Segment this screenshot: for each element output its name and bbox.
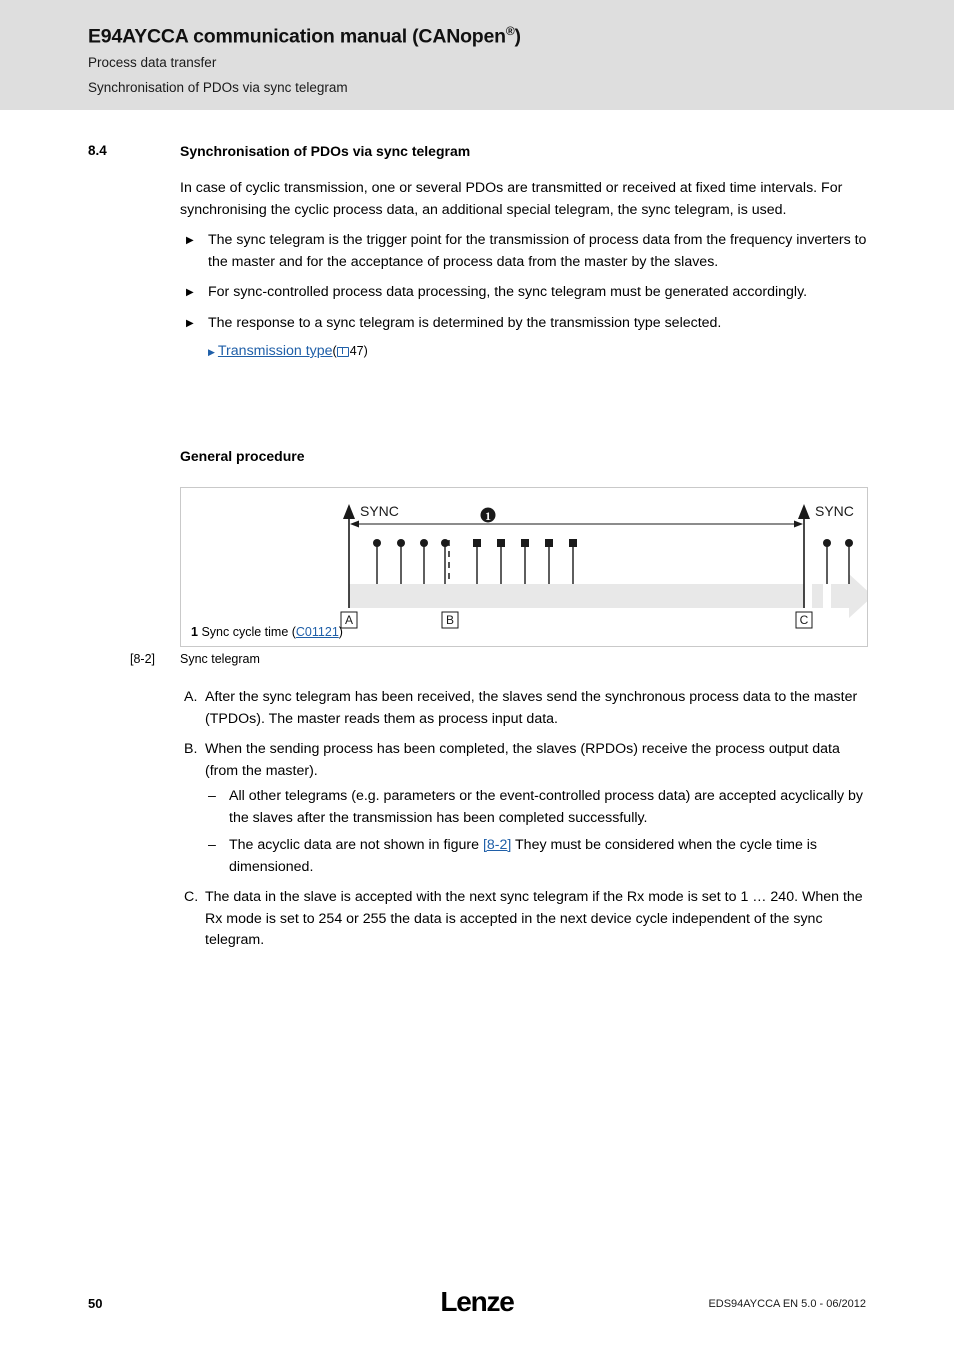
sync-telegram-diagram: SYNC SYNC 1 A B C [340, 503, 867, 629]
figure-reference-link[interactable]: [8-2] [483, 837, 511, 853]
procedure-marker: A. [184, 689, 198, 705]
callout-number-text: 1 [485, 509, 491, 523]
telegram-group-a [373, 539, 449, 584]
manual-title-main: E94AYCCA communication manual (CANopen [88, 25, 506, 48]
telegram-group-c [823, 539, 853, 584]
procedure-marker: C. [184, 889, 199, 905]
sync-right-label-text: SYNC [815, 503, 854, 519]
figure-legend-close: ) [338, 625, 343, 639]
transmission-type-link[interactable]: Transmission type [218, 343, 333, 359]
header-subtitle-chapter: Process data transfer [88, 55, 217, 70]
intro-paragraph: In case of cyclic transmission, one or s… [180, 180, 843, 218]
list-item: The acyclic data are not shown in figure… [205, 835, 870, 878]
cross-reference[interactable]: ▶ Transmission type(47) [180, 341, 870, 364]
figure-container: SYNC SYNC 1 A B C 1 Sync cycle time (C01… [180, 487, 868, 647]
cycle-arrow-right-head [794, 520, 803, 528]
book-icon [336, 347, 349, 357]
figure-legend-text: Sync cycle time ( [201, 625, 296, 639]
timeline-bar [349, 584, 804, 608]
footer-document-id: EDS94AYCCA EN 5.0 - 06/2012 [708, 1298, 866, 1310]
registered-mark: ® [505, 24, 515, 38]
procedure-marker: B. [184, 741, 198, 757]
list-item: A. After the sync telegram has been rece… [180, 687, 870, 730]
c01121-link[interactable]: C01121 [296, 625, 339, 639]
sync-left-label-text: SYNC [360, 503, 399, 519]
figure-legend-number: 1 [191, 625, 198, 639]
figure-legend: 1 Sync cycle time (C01121) [191, 625, 343, 639]
svg-text:A: A [345, 613, 353, 627]
section-number: 8.4 [88, 143, 107, 158]
section-title: Synchronisation of PDOs via sync telegra… [180, 143, 471, 159]
procedure-list: A. After the sync telegram has been rece… [180, 687, 870, 952]
marker-box-a: A [340, 611, 358, 629]
marker-box-c: C [795, 611, 813, 629]
svg-text:B: B [446, 613, 454, 627]
manual-title: E94AYCCA communication manual (CANopen®) [88, 24, 521, 49]
section-body: In case of cyclic transmission, one or s… [180, 178, 870, 368]
figure-caption-text: Sync telegram [180, 652, 260, 666]
header-subtitle-section: Synchronisation of PDOs via sync telegra… [88, 80, 348, 95]
marker-box-b: B [441, 611, 459, 629]
cycle-arrow-left-head [350, 520, 359, 528]
cross-ref-page-number: 47 [349, 344, 364, 358]
list-item: C. The data in the slave is accepted wit… [180, 887, 870, 952]
cross-ref-paren-close: ) [363, 344, 368, 358]
manual-title-tail: ) [514, 25, 522, 48]
triangle-right-icon: ▶ [208, 347, 215, 357]
sync-left-arrowhead [343, 504, 355, 519]
procedure-sublist: All other telegrams (e.g. parameters or … [205, 786, 870, 878]
procedure-text: After the sync telegram has been receive… [205, 689, 858, 727]
subitem-text: All other telegrams (e.g. parameters or … [229, 788, 864, 826]
timeline-gap-block [812, 584, 823, 608]
subitem-text-pre: The acyclic data are not shown in figure [229, 837, 483, 853]
procedure-text: The data in the slave is accepted with t… [205, 889, 863, 948]
procedure-text: When the sending process has been comple… [205, 741, 840, 779]
list-item: The sync telegram is the trigger point f… [180, 230, 870, 273]
list-item: The response to a sync telegram is deter… [180, 313, 870, 335]
procedure-list-container: A. After the sync telegram has been rece… [180, 687, 870, 961]
sync-right-arrowhead [798, 504, 810, 519]
general-procedure-heading: General procedure [180, 448, 305, 464]
list-item: All other telegrams (e.g. parameters or … [205, 786, 870, 829]
figure-caption-number: [8-2] [130, 652, 156, 666]
bullet-list: The sync telegram is the trigger point f… [180, 230, 870, 334]
list-item: For sync-controlled process data process… [180, 282, 870, 304]
svg-text:C: C [800, 613, 809, 627]
list-item: B. When the sending process has been com… [180, 739, 870, 878]
telegram-group-b [473, 539, 577, 584]
